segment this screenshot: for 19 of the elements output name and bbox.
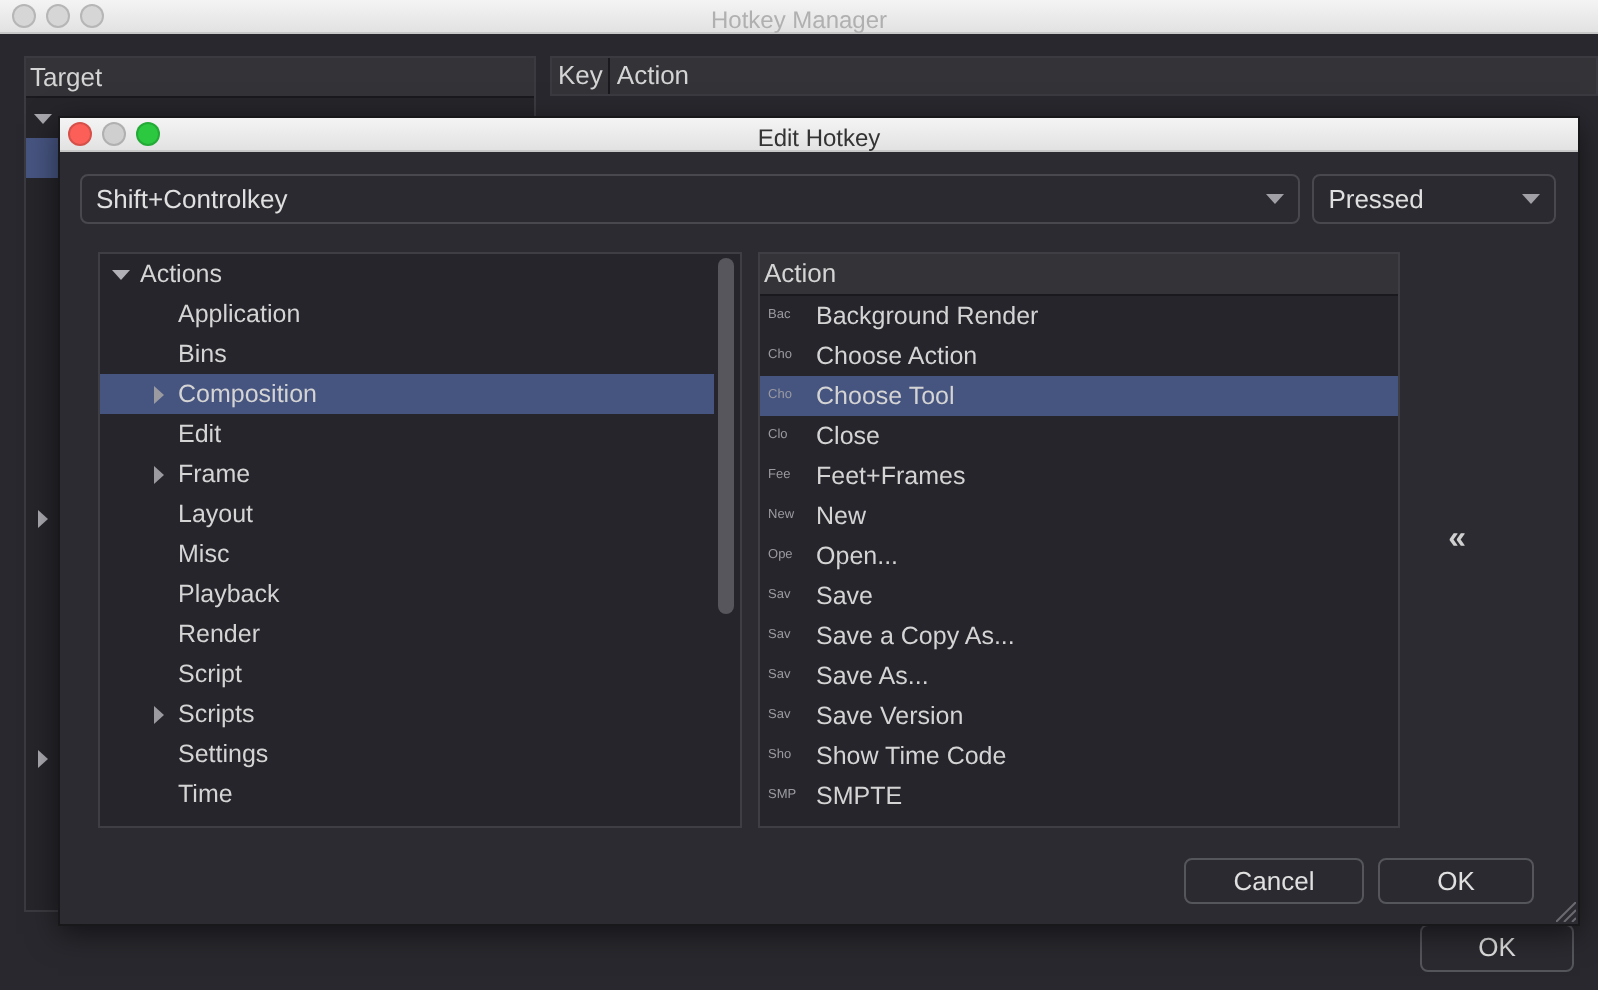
action-label: Save Version: [816, 699, 964, 734]
action-label: Open...: [816, 539, 899, 574]
action-label: Choose Tool: [816, 379, 955, 414]
action-label: Close: [816, 419, 880, 454]
action-label: New: [816, 499, 867, 534]
column-header: Key: [552, 58, 611, 94]
window-title: Edit Hotkey: [757, 122, 881, 156]
column-header: Action: [614, 58, 692, 94]
action-label: Background Render: [816, 299, 1039, 334]
column-header: Target: [26, 58, 534, 98]
window-title: Hotkey Manager: [710, 4, 888, 38]
column-header: Action: [760, 254, 1399, 296]
action-label: Save: [816, 579, 874, 614]
action-label: Feet+Frames: [816, 459, 966, 494]
action-label: Choose Action: [816, 339, 978, 374]
action-label: Show Time Code: [816, 739, 1007, 774]
action-label: Save a Copy As...: [816, 619, 1015, 654]
action-label: Save As...: [816, 659, 929, 694]
action-label: SMPTE: [816, 779, 903, 814]
